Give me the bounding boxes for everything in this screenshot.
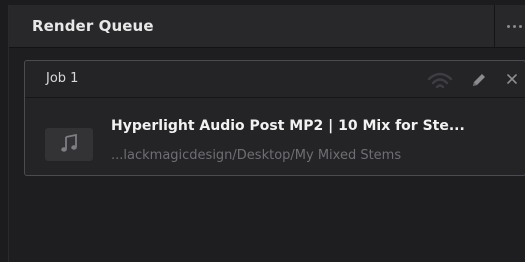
more-horizontal-icon xyxy=(507,25,510,28)
panel-header: Render Queue xyxy=(9,5,525,48)
panel-title: Render Queue xyxy=(32,17,154,35)
close-icon[interactable] xyxy=(505,72,519,86)
clip-name: Hyperlight Audio Post MP2 | 10 Mix for S… xyxy=(111,118,465,134)
more-horizontal-icon-dot-3 xyxy=(519,25,522,28)
render-queue-window: Render Queue Job 1 Hyperlight Audio Post… xyxy=(0,0,525,262)
clip-thumbnail xyxy=(45,128,93,161)
wifi-icon xyxy=(427,72,453,89)
pencil-icon[interactable] xyxy=(470,71,488,89)
more-options-button[interactable] xyxy=(498,17,525,35)
job-header: Job 1 xyxy=(25,61,525,98)
more-horizontal-icon-dot-2 xyxy=(513,25,516,28)
job-title: Job 1 xyxy=(46,71,79,86)
music-note-icon xyxy=(61,134,77,152)
clip-output-path: ...lackmagicdesign/Desktop/My Mixed Stem… xyxy=(111,148,402,163)
render-job-card[interactable]: Job 1 Hyperlight Audio Post MP2 | 10 Mix… xyxy=(24,60,525,176)
header-divider xyxy=(494,5,495,47)
job-clip-row[interactable]: Hyperlight Audio Post MP2 | 10 Mix for S… xyxy=(25,98,525,175)
render-queue-panel: Render Queue Job 1 Hyperlight Audio Post… xyxy=(8,5,525,262)
